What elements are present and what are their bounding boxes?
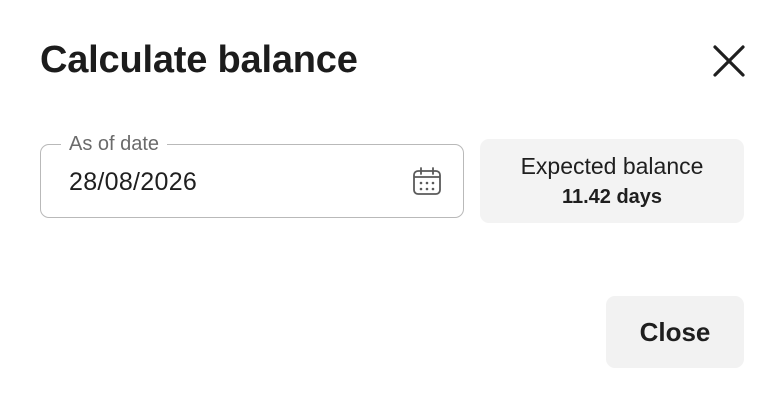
close-icon bbox=[713, 45, 745, 77]
close-button[interactable]: Close bbox=[606, 296, 744, 368]
dialog-title: Calculate balance bbox=[40, 39, 358, 81]
as-of-date-label: As of date bbox=[61, 132, 168, 156]
expected-balance-value: 11.42 days bbox=[561, 186, 663, 208]
expected-balance-panel: Expected balance 11.42 days bbox=[480, 139, 744, 223]
calculate-balance-dialog: Calculate balance As of date 28/08/2026 … bbox=[0, 0, 782, 412]
calendar-icon[interactable] bbox=[411, 165, 443, 197]
as-of-date-field[interactable]: As of date 28/08/2026 bbox=[40, 132, 464, 218]
expected-balance-label: Expected balance bbox=[520, 153, 704, 179]
dialog-close-button[interactable] bbox=[706, 38, 752, 84]
as-of-date-input[interactable]: 28/08/2026 bbox=[69, 167, 197, 197]
